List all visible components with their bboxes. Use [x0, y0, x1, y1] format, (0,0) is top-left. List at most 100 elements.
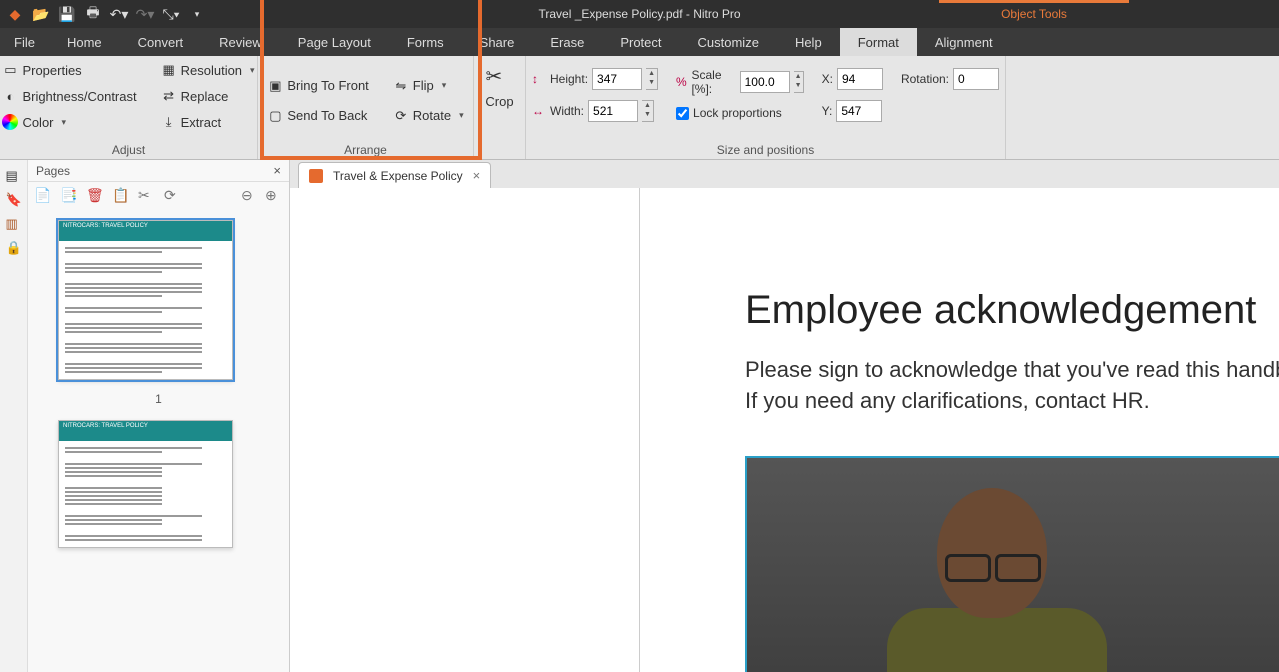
- group-crop: ✂ Crop: [474, 56, 526, 159]
- menu-format[interactable]: Format: [840, 28, 917, 56]
- crop-icon: ✂: [486, 64, 514, 92]
- signatures-nav-icon[interactable]: 🔒: [6, 240, 22, 256]
- page-thumbnail-1[interactable]: NITROCARS: TRAVEL POLICY: [58, 220, 233, 380]
- lock-label: Lock proportions: [693, 106, 782, 120]
- document-heading: Employee acknowledgement: [745, 288, 1279, 333]
- y-label: Y:: [822, 104, 833, 118]
- extract-icon: ⤓: [161, 114, 177, 130]
- scale-input[interactable]: [740, 71, 790, 93]
- window-title: Travel _Expense Policy.pdf - Nitro Pro: [538, 7, 740, 21]
- menu-file[interactable]: File: [0, 28, 49, 56]
- document-tab[interactable]: Travel & Expense Policy ×: [298, 162, 491, 188]
- delete-page-icon[interactable]: 🗑: [86, 187, 104, 205]
- title-bar: ◆ 📂 💾 🖶 ↶▾ ↷▾ ⤡▾ ▾ Travel _Expense Polic…: [0, 0, 1279, 28]
- document-view[interactable]: Employee acknowledgement Please sign to …: [290, 188, 1279, 672]
- menu-customize[interactable]: Customize: [680, 28, 777, 56]
- contextual-tab-label: Object Tools: [939, 0, 1129, 28]
- back-icon: ▢: [267, 108, 283, 124]
- rotation-input[interactable]: [953, 68, 999, 90]
- menu-share[interactable]: Share: [462, 28, 533, 56]
- height-icon: ↕: [532, 72, 546, 86]
- extract-button[interactable]: ⤓Extract: [155, 112, 261, 132]
- save-icon[interactable]: 💾: [58, 5, 76, 23]
- color-button[interactable]: Color: [0, 112, 143, 132]
- height-input[interactable]: [592, 68, 642, 90]
- group-arrange: ▣Bring To Front ▢Send To Back ⇋Flip ⟳Rot…: [258, 56, 474, 159]
- pages-nav-icon[interactable]: ▤: [6, 168, 22, 184]
- zoom-in-icon[interactable]: ⊕: [265, 187, 283, 205]
- pages-panel-close-icon[interactable]: ×: [273, 163, 281, 178]
- group-size-positions: ↕Height: ▲▼ ↔Width: ▲▼ %Scale [%]: ▲▼ Lo…: [526, 56, 1006, 159]
- width-input[interactable]: [588, 100, 638, 122]
- height-spinner[interactable]: ▲▼: [646, 68, 658, 90]
- y-input[interactable]: [836, 100, 882, 122]
- app-icon: ◆: [6, 5, 24, 23]
- menu-forms[interactable]: Forms: [389, 28, 462, 56]
- replace-page-icon[interactable]: 📋: [112, 187, 130, 205]
- scale-label: Scale [%]:: [691, 68, 735, 96]
- pdf-icon: [309, 169, 323, 183]
- menu-page-layout[interactable]: Page Layout: [280, 28, 389, 56]
- crop-button[interactable]: ✂ Crop: [480, 60, 519, 113]
- group-label-size: Size and positions: [532, 141, 999, 157]
- selected-image[interactable]: ⟳ ✥: [745, 456, 1279, 672]
- zoom-out-icon[interactable]: ⊖: [241, 187, 259, 205]
- document-tab-title: Travel & Expense Policy: [333, 169, 463, 183]
- group-label-adjust: Adjust: [6, 141, 251, 157]
- redo-icon[interactable]: ↷▾: [136, 5, 154, 23]
- ribbon: ▭Properties ◐Brightness/Contrast Color ▦…: [0, 56, 1279, 160]
- menu-home[interactable]: Home: [49, 28, 120, 56]
- resolution-button[interactable]: ▦Resolution: [155, 60, 261, 80]
- front-icon: ▣: [267, 78, 283, 94]
- scale-icon: %: [676, 75, 687, 89]
- flip-icon: ⇋: [393, 78, 409, 94]
- x-input[interactable]: [837, 68, 883, 90]
- crop-page-icon[interactable]: ✂: [138, 187, 156, 205]
- pages-panel-title: Pages: [36, 164, 70, 178]
- page-number-1: 1: [58, 392, 259, 406]
- open-icon[interactable]: 📂: [32, 5, 50, 23]
- document-tabs: Travel & Expense Policy ×: [290, 160, 1279, 188]
- thumb-header: NITROCARS: TRAVEL POLICY: [59, 421, 232, 441]
- document-paragraph: Please sign to acknowledge that you've r…: [745, 355, 1279, 417]
- menu-review[interactable]: Review: [201, 28, 280, 56]
- rotate-page-icon[interactable]: ⟳: [164, 187, 182, 205]
- properties-button[interactable]: ▭Properties: [0, 60, 143, 80]
- rotate-icon: ⟳: [393, 108, 409, 124]
- menu-bar: File Home Convert Review Page Layout For…: [0, 28, 1279, 56]
- brightness-icon: ◐: [2, 88, 18, 104]
- menu-convert[interactable]: Convert: [120, 28, 202, 56]
- menu-help[interactable]: Help: [777, 28, 840, 56]
- extract-page-icon[interactable]: 📑: [60, 187, 78, 205]
- rotation-label: Rotation:: [901, 72, 949, 86]
- undo-icon[interactable]: ↶▾: [110, 5, 128, 23]
- height-label: Height:: [550, 72, 588, 86]
- replace-button[interactable]: ⇄Replace: [155, 86, 261, 106]
- bring-to-front-button[interactable]: ▣Bring To Front: [261, 76, 374, 96]
- left-nav-bar: ▤ 🔖 ▥ 🔒: [0, 160, 28, 672]
- tab-close-icon[interactable]: ×: [473, 168, 481, 183]
- rotate-button[interactable]: ⟳Rotate: [387, 106, 470, 126]
- scale-spinner[interactable]: ▲▼: [794, 71, 804, 93]
- brightness-button[interactable]: ◐Brightness/Contrast: [0, 86, 143, 106]
- insert-page-icon[interactable]: 📄: [34, 187, 52, 205]
- pages-panel: Pages × 📄 📑 🗑 📋 ✂ ⟳ ⊖ ⊕ NITROCARS: TRAVE…: [28, 160, 290, 672]
- menu-protect[interactable]: Protect: [602, 28, 679, 56]
- menu-erase[interactable]: Erase: [532, 28, 602, 56]
- lock-proportions-checkbox[interactable]: [676, 107, 689, 120]
- qat-more-icon[interactable]: ▾: [188, 5, 206, 23]
- pdf-page: Employee acknowledgement Please sign to …: [290, 188, 1279, 672]
- send-to-back-button[interactable]: ▢Send To Back: [261, 106, 374, 126]
- resolution-icon: ▦: [161, 62, 177, 78]
- flip-button[interactable]: ⇋Flip: [387, 76, 470, 96]
- menu-alignment[interactable]: Alignment: [917, 28, 1011, 56]
- select-icon[interactable]: ⤡▾: [162, 5, 180, 23]
- print-icon[interactable]: 🖶: [84, 5, 102, 23]
- thumb-header: NITROCARS: TRAVEL POLICY: [59, 221, 232, 241]
- page-thumbnail-2[interactable]: NITROCARS: TRAVEL POLICY: [58, 420, 233, 548]
- layers-nav-icon[interactable]: ▥: [6, 216, 22, 232]
- width-spinner[interactable]: ▲▼: [642, 100, 654, 122]
- group-label-arrange: Arrange: [264, 141, 467, 157]
- bookmarks-nav-icon[interactable]: 🔖: [6, 192, 22, 208]
- width-label: Width:: [550, 104, 584, 118]
